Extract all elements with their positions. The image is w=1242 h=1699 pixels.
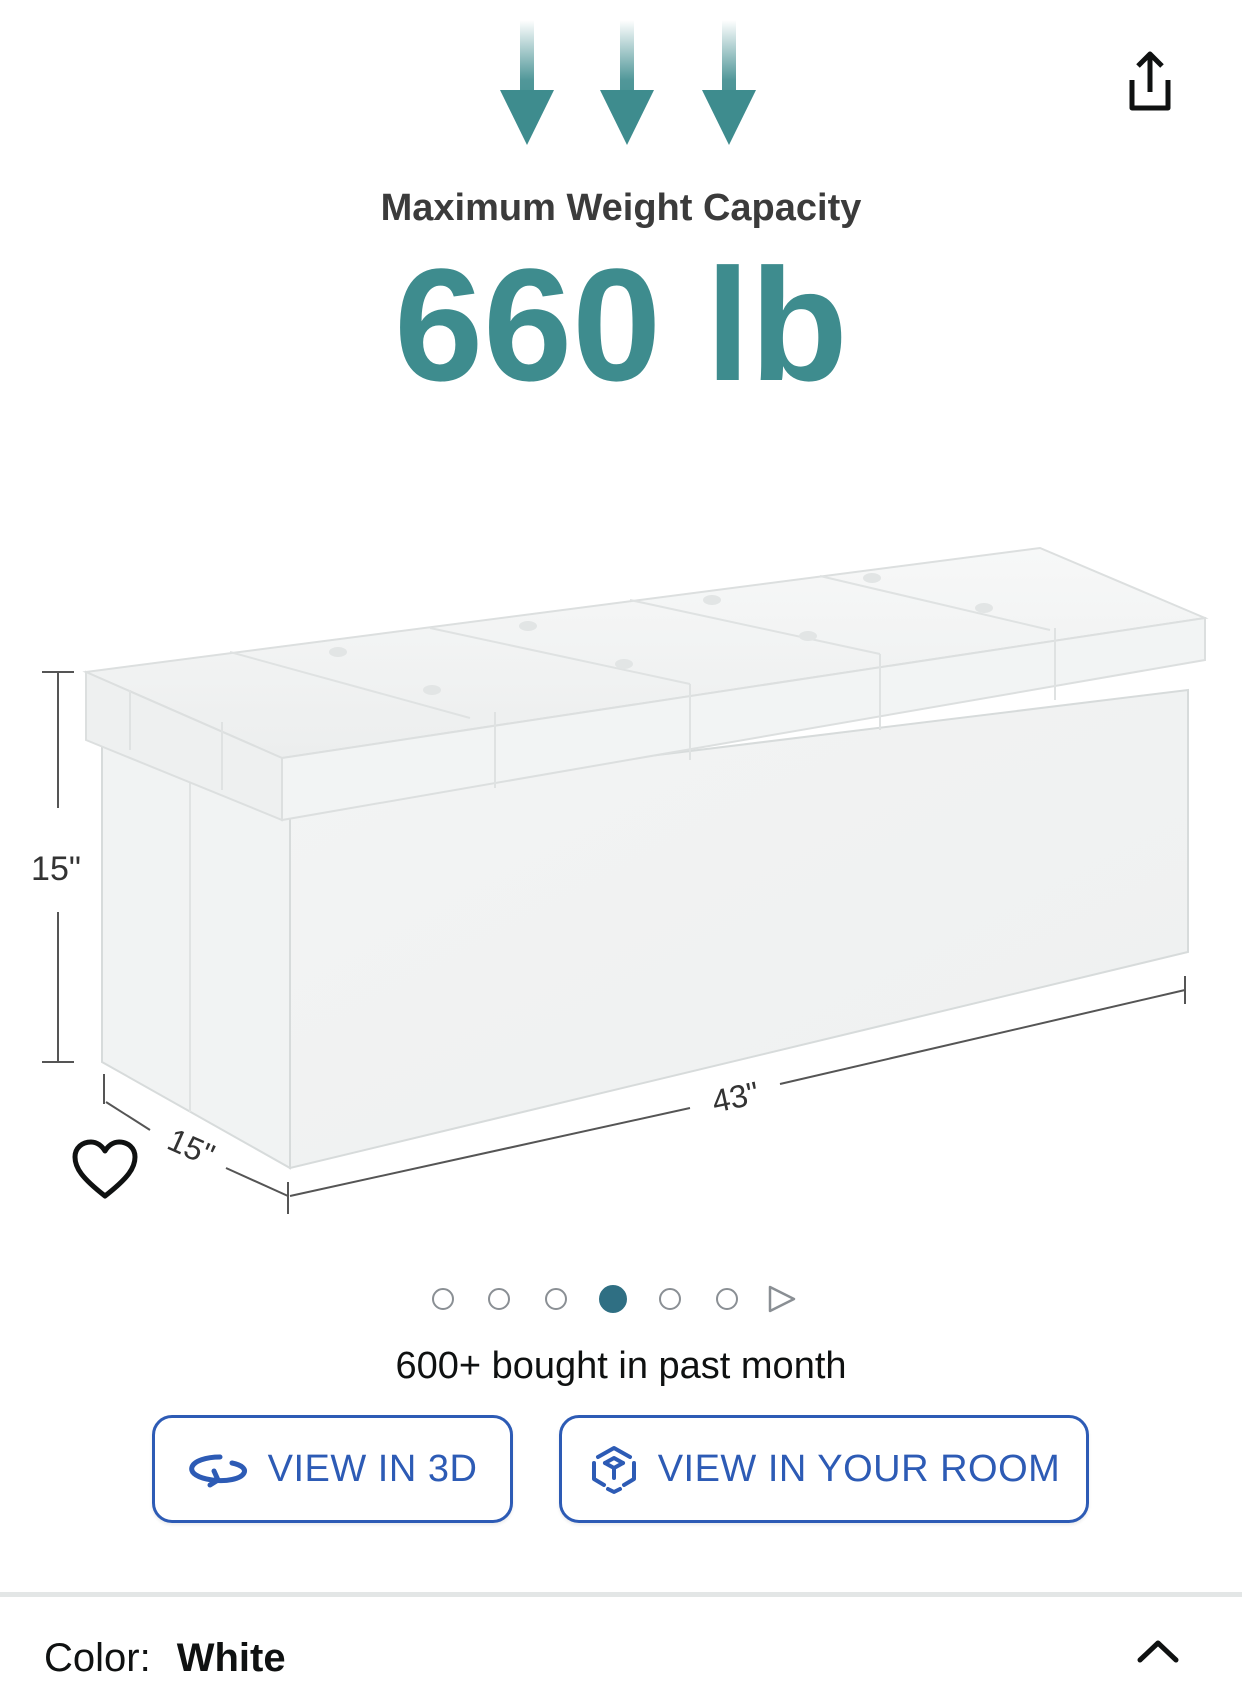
- down-arrows-graphic: [500, 20, 756, 145]
- bench-illustration: [82, 546, 1209, 1170]
- ar-cube-icon: [591, 1446, 636, 1494]
- color-selector-header[interactable]: Color: White: [44, 1636, 286, 1681]
- heart-icon: [72, 1139, 138, 1199]
- share-button[interactable]: [1118, 46, 1182, 116]
- dimension-depth-label: 15": [162, 1121, 220, 1173]
- carousel-dot[interactable]: [545, 1288, 567, 1310]
- chevron-up-icon: [1137, 1640, 1179, 1663]
- capacity-heading: Maximum Weight Capacity: [381, 187, 862, 229]
- color-label: Color:: [44, 1636, 151, 1680]
- collapse-button[interactable]: [1130, 1632, 1186, 1672]
- dimension-width-label: 43": [709, 1075, 762, 1120]
- carousel-dot-active[interactable]: [599, 1285, 627, 1313]
- carousel-dot[interactable]: [716, 1288, 738, 1310]
- bought-count-text: 600+ bought in past month: [395, 1345, 847, 1387]
- carousel-dot[interactable]: [488, 1288, 510, 1310]
- view-in-3d-label: VIEW IN 3D: [267, 1447, 478, 1490]
- section-divider: [0, 1592, 1242, 1597]
- wishlist-button[interactable]: [70, 1138, 140, 1202]
- product-image[interactable]: Maximum Weight Capacity 660 lb 15" 43" 1…: [0, 0, 1242, 1300]
- dimension-height-label: 15": [31, 850, 81, 888]
- play-arrow-icon: [768, 1285, 796, 1313]
- carousel-dot[interactable]: [432, 1288, 454, 1310]
- view-in-3d-button[interactable]: VIEW IN 3D: [152, 1415, 513, 1523]
- carousel-dot[interactable]: [659, 1288, 681, 1310]
- carousel-next-button[interactable]: [766, 1284, 798, 1314]
- share-icon: [1129, 51, 1171, 111]
- rotate-3d-icon: [188, 1454, 247, 1488]
- view-in-your-room-button[interactable]: VIEW IN YOUR ROOM: [559, 1415, 1089, 1523]
- capacity-value: 660 lb: [394, 235, 848, 414]
- color-value: White: [176, 1636, 286, 1680]
- view-in-your-room-label: VIEW IN YOUR ROOM: [657, 1447, 1061, 1490]
